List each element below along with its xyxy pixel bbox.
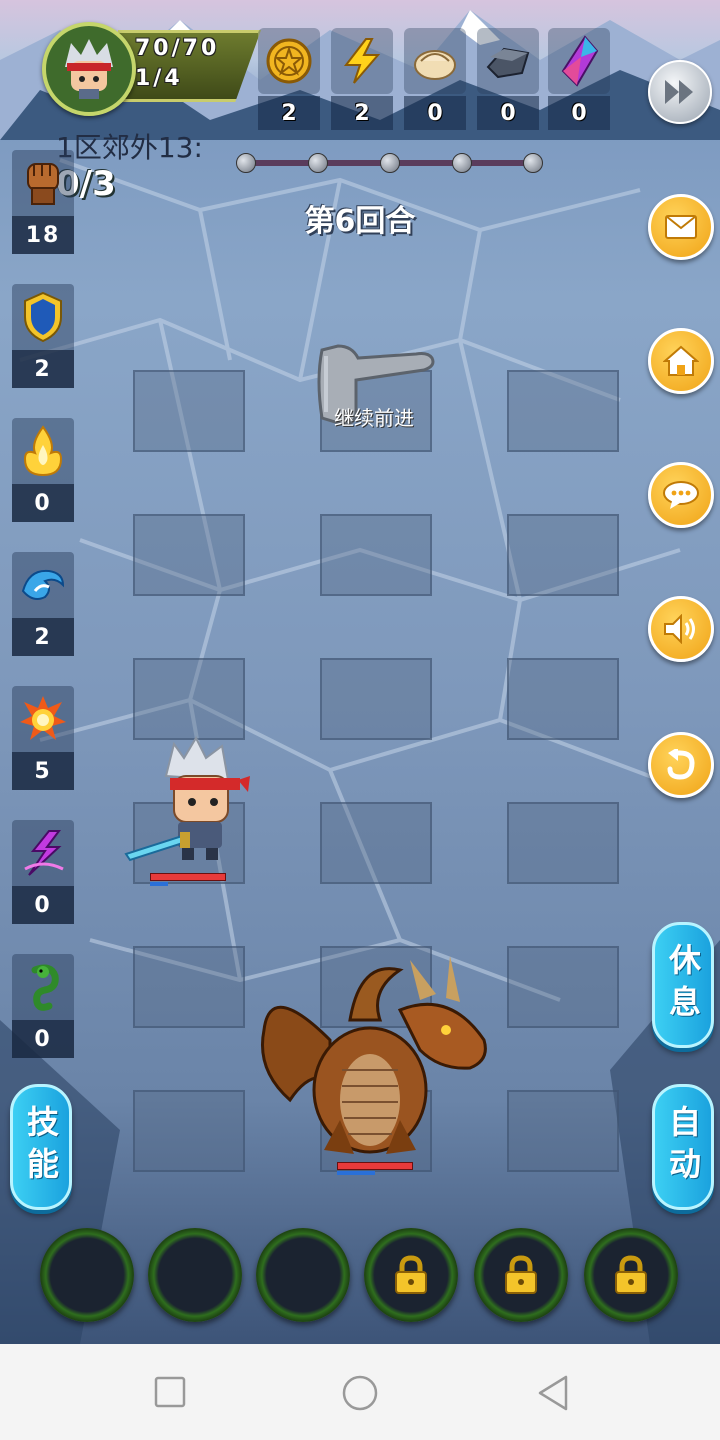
hp-text: 70/70 bbox=[135, 36, 220, 61]
enemy-mp-bar bbox=[337, 1171, 375, 1175]
grid-cell[interactable] bbox=[133, 946, 245, 1028]
skill-poison[interactable]: 0 bbox=[12, 954, 74, 1060]
checkpoint-dot bbox=[380, 153, 400, 173]
food-count: 0 bbox=[404, 96, 466, 130]
lock-icon bbox=[395, 1255, 427, 1294]
skill-slot-5-locked[interactable] bbox=[474, 1228, 568, 1322]
skill-slot-3[interactable] bbox=[256, 1228, 350, 1322]
energy-count: 2 bbox=[331, 96, 393, 130]
dumpling-icon bbox=[414, 50, 456, 80]
hero-character[interactable] bbox=[122, 736, 256, 864]
shield-icon bbox=[24, 291, 62, 343]
checkpoint-dot bbox=[236, 153, 256, 173]
resource-energy[interactable]: 2 bbox=[331, 28, 393, 130]
area-label: 1区郊外13: bbox=[56, 131, 203, 164]
resource-gold[interactable]: 2 bbox=[258, 28, 320, 130]
grid-cell[interactable] bbox=[507, 514, 619, 596]
sound-icon bbox=[664, 614, 695, 644]
continue-hint[interactable]: 继续前进 bbox=[318, 402, 430, 431]
grid-cell[interactable] bbox=[507, 802, 619, 884]
checkpoint-dot bbox=[523, 153, 543, 173]
grid-cell[interactable] bbox=[133, 1090, 245, 1172]
purple-crystal-icon bbox=[561, 35, 599, 87]
skills-button[interactable]: 技能 bbox=[10, 1084, 72, 1210]
grid-cell[interactable] bbox=[133, 514, 245, 596]
grid-cell[interactable] bbox=[133, 658, 245, 740]
grid-cell[interactable] bbox=[507, 370, 619, 452]
skill-slot-6-locked[interactable] bbox=[584, 1228, 678, 1322]
skill-slot-4-locked[interactable] bbox=[364, 1228, 458, 1322]
water-count: 2 bbox=[12, 618, 74, 656]
undo-button[interactable] bbox=[648, 732, 714, 798]
mail-icon bbox=[665, 215, 697, 239]
home-button[interactable] bbox=[648, 328, 714, 394]
resource-iron[interactable]: 0 bbox=[477, 28, 539, 130]
strength-count: 18 bbox=[12, 216, 74, 254]
skill-water[interactable]: 2 bbox=[12, 552, 74, 658]
crystal-count: 0 bbox=[548, 96, 610, 130]
skill-fire[interactable]: 5 bbox=[12, 686, 74, 792]
holy-count: 0 bbox=[12, 484, 74, 522]
chat-icon bbox=[663, 481, 699, 509]
iron-count: 0 bbox=[477, 96, 539, 130]
skill-slot-2[interactable] bbox=[148, 1228, 242, 1322]
mail-button[interactable] bbox=[648, 194, 714, 260]
skill-defense[interactable]: 2 bbox=[12, 284, 74, 390]
grid-cell[interactable] bbox=[320, 802, 432, 884]
skill-thunder[interactable]: 0 bbox=[12, 820, 74, 926]
grid-cell[interactable] bbox=[507, 946, 619, 1028]
chat-button[interactable] bbox=[648, 462, 714, 528]
lock-icon bbox=[505, 1255, 537, 1294]
level-text: 1/4 bbox=[135, 66, 183, 91]
resource-crystal[interactable]: 0 bbox=[548, 28, 610, 130]
holy-flame-icon bbox=[23, 425, 63, 477]
checkpoint-dot bbox=[308, 153, 328, 173]
lightning-rune-icon bbox=[24, 830, 64, 876]
hero-hp-bar bbox=[150, 873, 226, 881]
water-wave-icon bbox=[21, 569, 65, 600]
skill-slot-1[interactable] bbox=[40, 1228, 134, 1322]
skill-strength[interactable]: 18 bbox=[12, 150, 74, 256]
undo-icon bbox=[667, 749, 695, 780]
auto-button[interactable]: 自动 bbox=[652, 1084, 714, 1210]
grid-cell[interactable] bbox=[507, 658, 619, 740]
lock-icon bbox=[615, 1255, 647, 1294]
game-screen: 70/70 1/4 2 2 0 0 0 1区郊外13: 0/3 第6回合 18 … bbox=[0, 0, 720, 1344]
iron-ore-icon bbox=[486, 47, 530, 79]
system-nav-bar bbox=[0, 1344, 720, 1440]
hero-portrait-icon bbox=[65, 39, 113, 99]
grid-cell[interactable] bbox=[320, 658, 432, 740]
fist-icon bbox=[27, 163, 59, 205]
home-icon bbox=[663, 345, 699, 376]
lightning-icon bbox=[343, 38, 381, 84]
rest-button[interactable]: 休息 bbox=[652, 922, 714, 1048]
round-label: 第6回合 bbox=[304, 204, 416, 239]
grid-cell[interactable] bbox=[133, 370, 245, 452]
fast-forward-icon bbox=[665, 80, 693, 104]
gold-coin-icon bbox=[266, 38, 312, 84]
resource-food[interactable]: 0 bbox=[404, 28, 466, 130]
sound-button[interactable] bbox=[648, 596, 714, 662]
home-nav-icon[interactable] bbox=[341, 1374, 379, 1412]
gold-count: 2 bbox=[258, 96, 320, 130]
grid-cell[interactable] bbox=[320, 514, 432, 596]
fireball-icon bbox=[20, 696, 66, 740]
poison-serpent-icon bbox=[31, 964, 59, 1011]
thunder-count: 0 bbox=[12, 886, 74, 924]
brown-dragon-icon[interactable] bbox=[250, 950, 496, 1166]
fast-forward-button[interactable] bbox=[648, 60, 712, 124]
skill-holy[interactable]: 0 bbox=[12, 418, 74, 524]
hero-mp-bar bbox=[150, 882, 168, 886]
recents-icon[interactable] bbox=[154, 1376, 186, 1408]
fire-count: 5 bbox=[12, 752, 74, 790]
back-icon[interactable] bbox=[536, 1374, 572, 1412]
checkpoint-dot bbox=[452, 153, 472, 173]
enemy-hp-bar bbox=[337, 1162, 413, 1170]
defense-count: 2 bbox=[12, 350, 74, 388]
poison-count: 0 bbox=[12, 1020, 74, 1058]
hero-avatar[interactable] bbox=[42, 22, 136, 116]
grid-cell[interactable] bbox=[507, 1090, 619, 1172]
